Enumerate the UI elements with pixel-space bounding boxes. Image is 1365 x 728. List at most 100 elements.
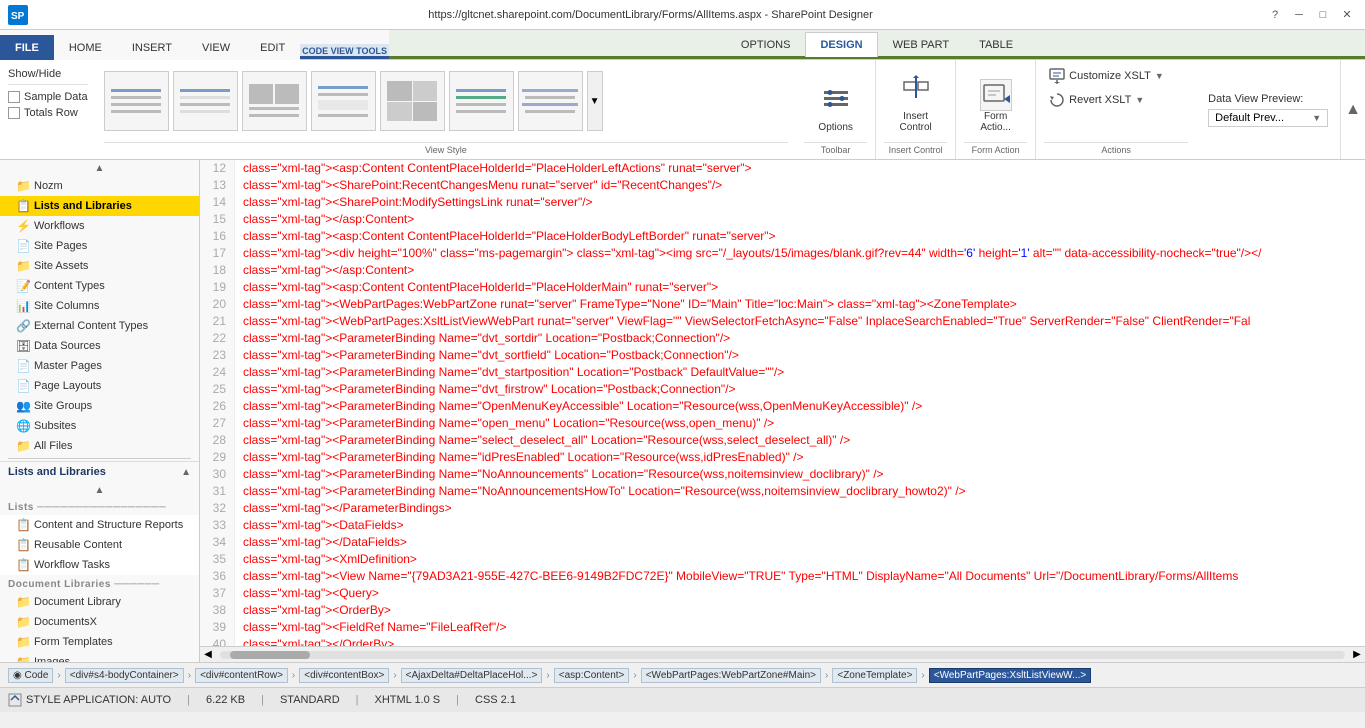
- sidebar-item-workflows[interactable]: ⚡ Workflows: [0, 216, 199, 236]
- line-content-26[interactable]: class="xml-tag"><ParameterBinding Name="…: [235, 398, 1365, 415]
- sample-data-toggle[interactable]: Sample Data: [8, 89, 88, 105]
- line-content-35[interactable]: class="xml-tag"><XmlDefinition>: [235, 551, 1365, 568]
- code-area[interactable]: 12 class="xml-tag"><asp:Content ContentP…: [200, 160, 1365, 646]
- scroll-thumb[interactable]: [230, 651, 310, 659]
- sidebar-item-content-structure-reports[interactable]: 📋 Content and Structure Reports: [0, 515, 199, 535]
- preview-dropdown[interactable]: Default Prev... ▼: [1208, 109, 1328, 127]
- tab-view[interactable]: VIEW: [187, 35, 245, 60]
- view-thumb-grid[interactable]: [449, 71, 514, 131]
- breadcrumb-webpart-zone[interactable]: <WebPartPages:WebPartZone#Main>: [641, 668, 821, 683]
- form-action-button[interactable]: FormActio...: [975, 74, 1017, 138]
- tab-web-part[interactable]: WEB PART: [878, 32, 964, 57]
- help-button[interactable]: ?: [1265, 5, 1285, 25]
- sidebar-item-document-library[interactable]: 📁 Document Library: [0, 592, 199, 612]
- revert-xslt-button[interactable]: Revert XSLT ▼: [1044, 88, 1188, 112]
- breadcrumb-xslt-listview[interactable]: <WebPartPages:XsltListViewW...>: [929, 668, 1091, 683]
- scroll-right-btn[interactable]: ▶: [1349, 649, 1365, 660]
- lists-libraries-section-header[interactable]: Lists and Libraries ▲: [0, 461, 199, 482]
- view-thumb-basic[interactable]: [104, 71, 169, 131]
- scroll-left-btn[interactable]: ◀: [200, 649, 216, 660]
- line-content-31[interactable]: class="xml-tag"><ParameterBinding Name="…: [235, 483, 1365, 500]
- restore-button[interactable]: □: [1313, 5, 1333, 25]
- sidebar-scroll-up[interactable]: ▲: [0, 160, 199, 176]
- insert-control-button[interactable]: InsertControl: [895, 69, 937, 138]
- sidebar-item-data-sources[interactable]: 🗄 Data Sources: [0, 336, 199, 356]
- breadcrumb-ajax-delta[interactable]: <AjaxDelta#DeltaPlaceHol...>: [401, 668, 543, 683]
- breadcrumb-content-box[interactable]: <div#contentBox>: [299, 668, 389, 683]
- tab-table[interactable]: TABLE: [964, 32, 1028, 57]
- line-content-32[interactable]: class="xml-tag"></ParameterBindings>: [235, 500, 1365, 517]
- view-thumb-preview[interactable]: [380, 71, 445, 131]
- sidebar-item-site-pages[interactable]: 📄 Site Pages: [0, 236, 199, 256]
- breadcrumb-asp-content[interactable]: <asp:Content>: [554, 668, 630, 683]
- line-content-28[interactable]: class="xml-tag"><ParameterBinding Name="…: [235, 432, 1365, 449]
- line-content-19[interactable]: class="xml-tag"><asp:Content ContentPlac…: [235, 279, 1365, 296]
- sidebar-item-subsites[interactable]: 🌐 Subsites: [0, 416, 199, 436]
- line-content-14[interactable]: class="xml-tag"><SharePoint:ModifySettin…: [235, 194, 1365, 211]
- lists-libraries-collapse-icon[interactable]: ▲: [181, 467, 191, 478]
- sidebar-item-site-columns[interactable]: 📊 Site Columns: [0, 296, 199, 316]
- line-content-12[interactable]: class="xml-tag"><asp:Content ContentPlac…: [235, 160, 1365, 177]
- line-content-21[interactable]: class="xml-tag"><WebPartPages:XsltListVi…: [235, 313, 1365, 330]
- line-content-13[interactable]: class="xml-tag"><SharePoint:RecentChange…: [235, 177, 1365, 194]
- line-content-30[interactable]: class="xml-tag"><ParameterBinding Name="…: [235, 466, 1365, 483]
- sidebar-item-documentsx[interactable]: 📁 DocumentsX: [0, 612, 199, 632]
- sidebar-item-external-content-types[interactable]: 🔗 External Content Types: [0, 316, 199, 336]
- line-content-16[interactable]: class="xml-tag"><asp:Content ContentPlac…: [235, 228, 1365, 245]
- breadcrumb-s4-body[interactable]: <div#s4-bodyContainer>: [65, 668, 184, 683]
- tab-edit[interactable]: EDIT: [245, 35, 300, 60]
- breadcrumb-zone-template[interactable]: <ZoneTemplate>: [832, 668, 917, 683]
- totals-row-toggle[interactable]: Totals Row: [8, 105, 88, 121]
- line-content-24[interactable]: class="xml-tag"><ParameterBinding Name="…: [235, 364, 1365, 381]
- view-style-scroll-btn[interactable]: ▼: [587, 71, 603, 131]
- customize-xslt-button[interactable]: Customize XSLT ▼: [1044, 64, 1188, 88]
- sidebar-item-nozm[interactable]: 📁 Nozm: [0, 176, 199, 196]
- sidebar-item-images[interactable]: 📁 Images: [0, 652, 199, 662]
- code-view-toggle[interactable]: ◉ Code: [8, 668, 53, 683]
- view-thumb-grouped[interactable]: [518, 71, 583, 131]
- tab-insert[interactable]: INSERT: [117, 35, 187, 60]
- line-content-36[interactable]: class="xml-tag"><View Name="{79AD3A21-95…: [235, 568, 1365, 585]
- view-thumb-shaded[interactable]: [311, 71, 376, 131]
- line-content-27[interactable]: class="xml-tag"><ParameterBinding Name="…: [235, 415, 1365, 432]
- tab-options[interactable]: OPTIONS: [726, 32, 806, 57]
- sidebar-item-page-layouts[interactable]: 📄 Page Layouts: [0, 376, 199, 396]
- line-content-38[interactable]: class="xml-tag"><OrderBy>: [235, 602, 1365, 619]
- line-content-33[interactable]: class="xml-tag"><DataFields>: [235, 517, 1365, 534]
- sidebar-item-master-pages[interactable]: 📄 Master Pages: [0, 356, 199, 376]
- line-content-37[interactable]: class="xml-tag"><Query>: [235, 585, 1365, 602]
- sidebar-lists-scroll-up[interactable]: ▲: [0, 482, 199, 498]
- sidebar-item-form-templates[interactable]: 📁 Form Templates: [0, 632, 199, 652]
- breadcrumb-content-row[interactable]: <div#contentRow>: [195, 668, 288, 683]
- sidebar-item-reusable-content[interactable]: 📋 Reusable Content: [0, 535, 199, 555]
- line-content-22[interactable]: class="xml-tag"><ParameterBinding Name="…: [235, 330, 1365, 347]
- sidebar-item-workflow-tasks[interactable]: 📋 Workflow Tasks: [0, 555, 199, 575]
- sidebar-item-site-assets[interactable]: 📁 Site Assets: [0, 256, 199, 276]
- sidebar-item-site-groups[interactable]: 👥 Site Groups: [0, 396, 199, 416]
- line-content-23[interactable]: class="xml-tag"><ParameterBinding Name="…: [235, 347, 1365, 364]
- line-content-25[interactable]: class="xml-tag"><ParameterBinding Name="…: [235, 381, 1365, 398]
- options-button[interactable]: Options: [813, 80, 857, 138]
- tab-file[interactable]: FILE: [0, 35, 54, 60]
- sidebar-item-all-files[interactable]: 📁 All Files: [0, 436, 199, 456]
- line-content-29[interactable]: class="xml-tag"><ParameterBinding Name="…: [235, 449, 1365, 466]
- view-thumb-striped[interactable]: [173, 71, 238, 131]
- line-content-15[interactable]: class="xml-tag"></asp:Content>: [235, 211, 1365, 228]
- sample-data-checkbox[interactable]: [8, 91, 20, 103]
- view-thumb-boxed[interactable]: [242, 71, 307, 131]
- sidebar-item-lists-and-libraries[interactable]: 📋 Lists and Libraries: [0, 196, 199, 216]
- line-content-39[interactable]: class="xml-tag"><FieldRef Name="FileLeaf…: [235, 619, 1365, 636]
- line-content-17[interactable]: class="xml-tag"><div height="100%" class…: [235, 245, 1365, 262]
- line-content-18[interactable]: class="xml-tag"></asp:Content>: [235, 262, 1365, 279]
- line-content-20[interactable]: class="xml-tag"><WebPartPages:WebPartZon…: [235, 296, 1365, 313]
- ribbon-collapse-button[interactable]: ▲: [1340, 60, 1365, 159]
- line-content-34[interactable]: class="xml-tag"></DataFields>: [235, 534, 1365, 551]
- tab-design[interactable]: DESIGN: [805, 32, 877, 57]
- line-content-40[interactable]: class="xml-tag"></OrderBy>: [235, 636, 1365, 646]
- minimize-button[interactable]: ─: [1289, 5, 1309, 25]
- horizontal-scrollbar[interactable]: ◀ ▶: [200, 646, 1365, 662]
- close-button[interactable]: ✕: [1337, 5, 1357, 25]
- totals-row-checkbox[interactable]: [8, 107, 20, 119]
- sidebar-item-content-types[interactable]: 📝 Content Types: [0, 276, 199, 296]
- tab-home[interactable]: HOME: [54, 35, 117, 60]
